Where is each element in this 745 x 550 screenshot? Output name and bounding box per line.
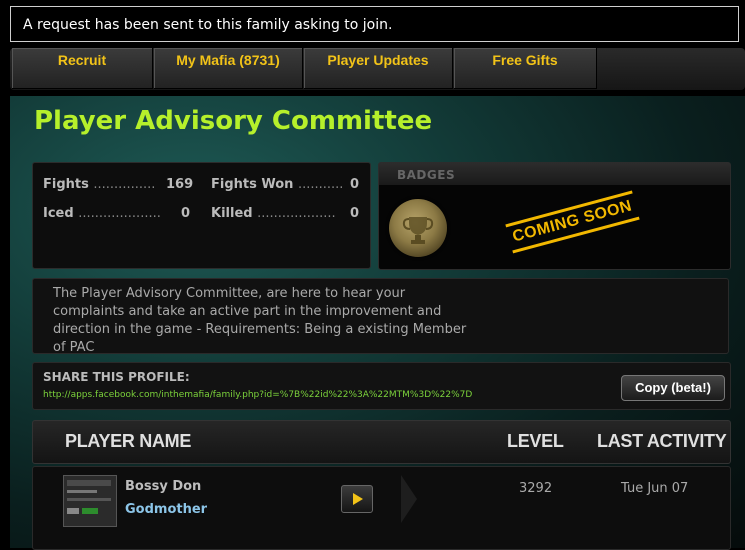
members-table-header: PLAYER NAME LEVEL LAST ACTIVITY bbox=[32, 420, 731, 464]
tab-player-updates[interactable]: Player Updates bbox=[304, 48, 453, 89]
family-profile-panel: Player Advisory Committee Fights .......… bbox=[10, 96, 745, 550]
coming-soon-stamp: COMING SOON bbox=[505, 190, 640, 254]
header-player-name: PLAYER NAME bbox=[65, 431, 192, 451]
share-profile-box: SHARE THIS PROFILE: http://apps.facebook… bbox=[32, 362, 731, 410]
stat-fights-label: Fights bbox=[43, 177, 89, 192]
play-icon[interactable] bbox=[341, 485, 373, 513]
stat-fights-won: Fights Won ........... bbox=[211, 177, 343, 192]
badges-box: BADGES COMING SOON bbox=[378, 162, 731, 270]
player-avatar[interactable] bbox=[63, 475, 117, 527]
stat-killed-label: Killed bbox=[211, 206, 253, 221]
stat-iced: Iced .................... bbox=[43, 206, 161, 221]
join-request-notice: A request has been sent to this family a… bbox=[10, 6, 739, 42]
stat-fights-won-label: Fights Won bbox=[211, 177, 294, 192]
stat-dots: .................... bbox=[78, 206, 161, 221]
badges-header: BADGES bbox=[379, 163, 730, 185]
player-name[interactable]: Bossy Don bbox=[125, 479, 201, 494]
header-level: LEVEL bbox=[507, 431, 564, 451]
stat-killed: Killed ................... bbox=[211, 206, 336, 221]
family-description: The Player Advisory Committee, are here … bbox=[32, 278, 729, 355]
header-last-activity: LAST ACTIVITY bbox=[597, 431, 727, 451]
stat-killed-value: 0 bbox=[350, 206, 360, 221]
stat-iced-label: Iced bbox=[43, 206, 74, 221]
stat-fights-value: 169 bbox=[166, 177, 194, 192]
stat-fights-won-value: 0 bbox=[350, 177, 360, 192]
copy-button[interactable]: Copy (beta!) bbox=[621, 375, 725, 401]
stat-iced-value: 0 bbox=[181, 206, 191, 221]
stat-dots: ................... bbox=[257, 206, 336, 221]
stats-box: Fights ............... 169 Fights Won ..… bbox=[32, 162, 371, 269]
player-last-activity: Tue Jun 07 bbox=[621, 481, 689, 496]
row-chevron-icon bbox=[401, 475, 417, 523]
tab-recruit[interactable]: Recruit bbox=[12, 48, 153, 89]
tab-free-gifts[interactable]: Free Gifts bbox=[454, 48, 597, 89]
table-row: Bossy Don Godmother 3292 Tue Jun 07 bbox=[32, 466, 731, 550]
share-url-link[interactable]: http://apps.facebook.com/inthemafia/fami… bbox=[43, 390, 472, 400]
player-level: 3292 bbox=[519, 481, 553, 496]
top-nav: Recruit My Mafia (8731) Player Updates F… bbox=[10, 48, 745, 90]
trophy-medal-icon bbox=[389, 199, 447, 257]
description-text: The Player Advisory Committee, are here … bbox=[53, 286, 467, 355]
share-label: SHARE THIS PROFILE: bbox=[43, 370, 190, 384]
player-rank: Godmother bbox=[125, 502, 208, 517]
notice-text: A request has been sent to this family a… bbox=[23, 17, 393, 33]
stat-fights: Fights ............... bbox=[43, 177, 155, 192]
stat-dots: ........... bbox=[297, 177, 344, 192]
stat-dots: ............... bbox=[93, 177, 156, 192]
page-title: Player Advisory Committee bbox=[34, 106, 433, 136]
tab-my-mafia[interactable]: My Mafia (8731) bbox=[154, 48, 303, 89]
